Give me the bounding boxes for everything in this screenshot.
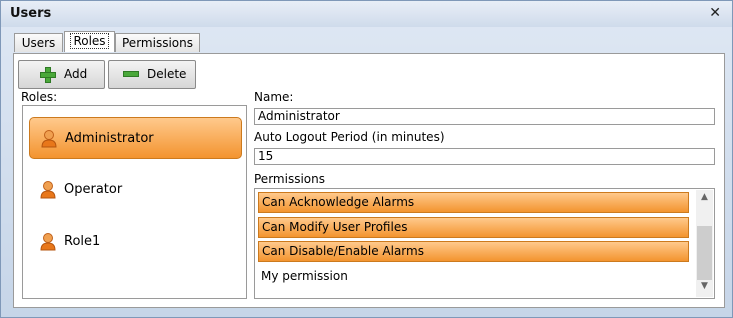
add-icon: [40, 67, 56, 83]
roles-panel: Add Delete Roles: Administrator Operator…: [13, 53, 725, 308]
name-label: Name:: [254, 90, 294, 104]
user-icon: [40, 233, 56, 251]
tab-roles-label: Roles: [70, 33, 109, 49]
tab-permissions-label: Permissions: [122, 36, 193, 50]
role-name: Administrator: [65, 131, 154, 146]
user-icon: [41, 130, 57, 148]
permission-item[interactable]: Can Modify User Profiles: [258, 217, 689, 238]
role-item-role1[interactable]: Role1: [29, 221, 242, 263]
scroll-down-icon[interactable]: ▼: [696, 281, 713, 295]
permission-item[interactable]: My permission: [258, 267, 689, 288]
auto-logout-field[interactable]: 15: [254, 148, 715, 165]
role-name: Role1: [64, 234, 101, 249]
name-field[interactable]: Administrator: [254, 108, 715, 125]
tab-roles[interactable]: Roles: [64, 31, 115, 52]
tab-users-label: Users: [21, 36, 56, 50]
delete-button[interactable]: Delete: [108, 60, 196, 89]
permission-item[interactable]: Can Disable/Enable Alarms: [258, 241, 689, 262]
role-item-administrator[interactable]: Administrator: [29, 117, 242, 159]
add-button-label: Add: [64, 67, 88, 81]
roles-list[interactable]: Administrator Operator Role1: [22, 105, 247, 299]
role-item-operator[interactable]: Operator: [29, 169, 242, 211]
roles-label: Roles:: [21, 90, 58, 104]
tab-users[interactable]: Users: [14, 33, 63, 52]
user-icon: [40, 181, 56, 199]
close-icon[interactable]: ✕: [709, 5, 721, 21]
title-bar: Users ✕: [1, 1, 732, 27]
window-title: Users: [10, 6, 52, 21]
delete-button-label: Delete: [147, 67, 187, 81]
permission-item[interactable]: Can Acknowledge Alarms: [258, 192, 689, 213]
permissions-scrollbar[interactable]: ▲ ▼: [696, 190, 713, 297]
add-button[interactable]: Add: [18, 60, 105, 89]
permissions-list[interactable]: Can Acknowledge Alarms Can Modify User P…: [254, 188, 715, 299]
scroll-thumb[interactable]: [697, 226, 712, 280]
users-window: Users ✕ Users Roles Permissions Add Dele…: [0, 0, 733, 318]
scroll-up-icon[interactable]: ▲: [696, 192, 713, 206]
auto-logout-label: Auto Logout Period (in minutes): [254, 130, 445, 144]
minus-icon: [123, 71, 139, 77]
tab-permissions[interactable]: Permissions: [115, 33, 200, 52]
permissions-label: Permissions: [254, 172, 325, 186]
role-name: Operator: [64, 182, 123, 197]
